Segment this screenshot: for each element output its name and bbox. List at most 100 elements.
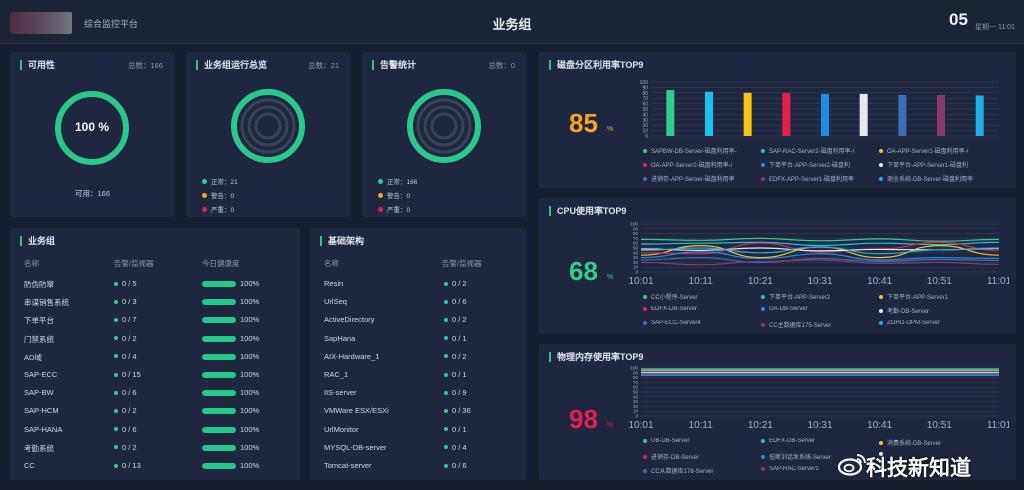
legend-item[interactable]: 测全系统-DB-Server-磁盘利用率 [879,174,995,183]
disk-bar[interactable] [898,94,907,136]
status-dot [444,317,448,322]
legend-item[interactable]: 进销存-APP-Server-磁盘利用率 [643,174,759,183]
alerts-value: 0 / 2 [122,333,137,343]
infra-row-alerts: 0 / 2 [444,279,467,288]
legend-label: CC从数据库176-Server [651,469,714,475]
legend-swatch [879,440,883,445]
legend-item[interactable]: CC主数据库175-Server [761,320,877,329]
disk-bar[interactable] [975,95,984,137]
business-row-name[interactable]: 门禁系统 [24,334,54,345]
legend-item[interactable]: SAP-ECC-Server4 [643,320,759,326]
legend-item[interactable]: ZOHO-OPM-Server [879,320,995,326]
infra-row-name[interactable]: Tomcat-server [324,461,372,470]
infra-row-name[interactable]: AIX-Hardware_1 [324,352,379,361]
legend-item[interactable]: SAP-RAC-Server2-磁盘利用率-/ [761,146,877,155]
business-row-name[interactable]: 串谋销售系统 [24,297,69,308]
disk-bar[interactable] [821,93,829,136]
infra-row-name[interactable]: ActiveDirectory [324,315,374,324]
y-tick-label: 50 [633,390,639,395]
disk-bar[interactable] [937,94,945,136]
page-title: 业务组 [492,17,532,32]
legend-item[interactable]: OA-APP-Server1-磁盘利用率-/ [879,146,995,155]
business-row-name[interactable]: 考勤系统 [24,443,54,454]
legend-item[interactable]: 考勤-DB-Server [879,306,995,315]
alerts-value: 0 / 2 [452,279,467,288]
business-row-name[interactable]: SAP-ECC [24,370,57,379]
legend-swatch [643,162,647,167]
legend-item[interactable]: OA-DB-Server [761,306,877,312]
infra-row-name[interactable]: Resin [324,279,343,288]
business-row-name[interactable]: SAP-HCM [24,406,59,415]
legend-swatch [761,322,765,327]
health-percent: 100% [240,442,260,452]
legend-item[interactable]: 进销存-DB-Server [643,452,759,461]
legend-item[interactable]: SAPBW-DB-Server-磁盘利用率- [643,146,759,155]
infra-row-name[interactable]: VMWare ESX/ESXi [324,406,389,415]
alerts-value: 0 / 2 [122,406,137,416]
legend-swatch [761,454,765,459]
legend-label: CC小程序-Server [651,295,698,301]
legend-item[interactable]: 下单平台-APP-Server2-磁盘利 [761,160,877,169]
infra-row-name[interactable]: SapHana [324,334,355,343]
status-dot [114,354,118,359]
y-tick-label: 10 [642,129,648,135]
legend-label: UB-DB-Server [651,438,690,444]
legend-item[interactable]: 下单平台-APP-Server1 [879,292,995,301]
infra-row-name[interactable]: IIS-server [324,388,357,397]
disk-bar[interactable] [705,91,713,136]
alert-stats-ring [407,89,481,163]
legend-swatch [643,321,647,325]
business-row-name[interactable]: SAP-HANA [24,425,62,434]
disk-bar[interactable] [743,92,752,136]
legend-label: EDFX-DB-Server [651,306,698,312]
legend-item[interactable]: 下单平台-APP-Server1-磁盘利 [879,160,995,169]
business-row-name[interactable]: 下单平台 [24,315,54,326]
panel-title: 告警统计 [372,60,416,70]
legend-item[interactable]: EDFX-DB-Server [761,438,877,444]
legend-swatch [761,467,765,471]
business-row-name[interactable]: SAP-BW [24,388,54,397]
status-dot [114,427,118,432]
legend-swatch [879,176,883,181]
legend-item[interactable]: CC小程序-Server [643,292,759,301]
y-tick-label: 0 [645,134,648,140]
status-dot [444,299,448,304]
legend-item[interactable]: OA-APP-Server2-磁盘利用率-/ [643,160,759,169]
legend-item[interactable]: CC从数据库176-Server [643,466,759,475]
status-dot [444,354,448,359]
legend-item[interactable]: 消费系统-DB-Server [879,438,995,447]
alerts-value: 0 / 13 [122,461,141,470]
health-percent: 100% [240,279,260,288]
y-tick-label: 30 [633,399,639,404]
disk-bar[interactable] [782,92,791,136]
infra-row-alerts: 0 / 1 [444,334,467,343]
legend-item[interactable]: UB-DB-Server [643,438,759,444]
business-row-name[interactable]: 防伪防窜 [24,279,54,290]
stat-normal: 正常：21 [202,176,238,186]
series-line[interactable] [640,237,1000,242]
business-row-name[interactable]: CC [24,461,35,470]
health-bar [202,408,236,415]
legend-label: 下单平台-APP-Server1-磁盘利 [887,163,969,169]
infra-row-name[interactable]: RAC_1 [324,370,348,379]
legend-swatch [879,148,883,153]
business-row-name[interactable]: AD域 [24,352,42,363]
alerts-value: 0 / 6 [122,424,137,434]
legend-item[interactable]: 下单平台-APP-Server2 [761,292,877,301]
infra-row-name[interactable]: UrlSeq [324,297,347,306]
alerts-value: 0 / 1 [452,333,467,343]
infra-row-name[interactable]: UrlMonitor [324,425,359,434]
y-tick-label: 90 [633,226,639,231]
status-dot [444,281,448,286]
status-dot [444,336,448,341]
alerts-value: 0 / 7 [122,315,137,325]
disk-bar[interactable] [666,90,675,136]
status-dot [114,390,118,395]
legend-item[interactable]: EDFX-DB-Server [643,306,759,312]
disk-bar[interactable] [859,93,868,136]
legend-swatch [761,176,765,181]
legend-item[interactable]: EDFX-APP-Server1-磁盘利用率 [761,174,877,183]
alerts-value: 0 / 3 [122,297,137,307]
y-tick-label: 60 [633,241,639,246]
infra-row-name[interactable]: MYSQL-DB-server [324,443,387,452]
